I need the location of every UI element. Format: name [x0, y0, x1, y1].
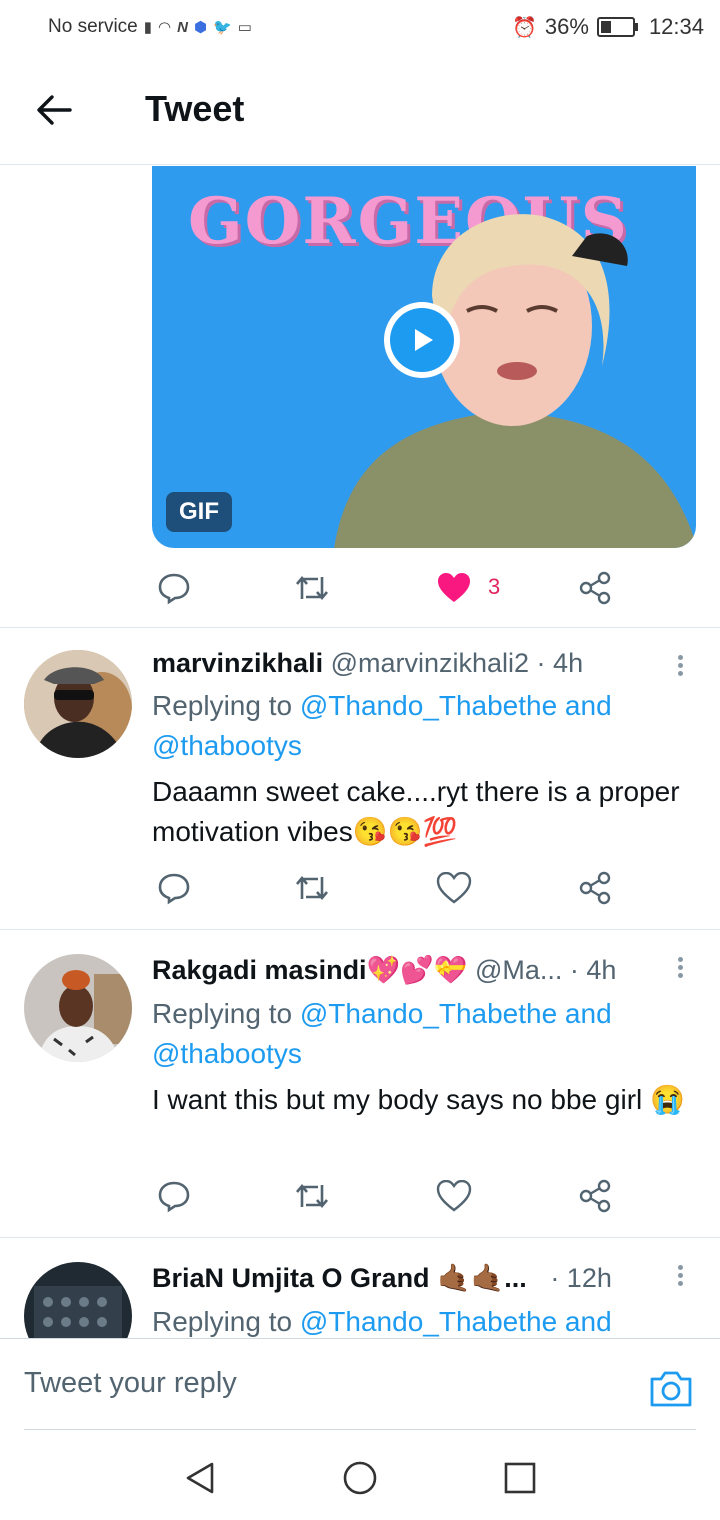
- reply-author-handle[interactable]: @Ma... · 4h: [475, 955, 616, 985]
- reply-icon: [158, 1181, 190, 1213]
- retweet-button[interactable]: [290, 866, 334, 910]
- clock: 12:34: [648, 14, 704, 39]
- replying-to: Replying to @Thando_Thabethe and: [152, 1302, 672, 1338]
- replying-prefix: Replying to: [152, 690, 300, 721]
- nav-back-button[interactable]: [180, 1458, 220, 1498]
- reply-tweet[interactable]: BriaN Umjita O Grand 🤙🏾🤙🏾... · 12h Reply…: [0, 1238, 720, 1338]
- share-button[interactable]: [573, 566, 617, 610]
- retweet-icon: [296, 575, 328, 601]
- mention-link[interactable]: @Thando_Thabethe and: [300, 690, 612, 721]
- arrow-left-icon: [37, 95, 72, 125]
- page-title: Tweet: [145, 88, 245, 129]
- battery-icon: [596, 17, 638, 37]
- sms-icon: ▭: [237, 19, 252, 36]
- status-bar: No service ▮ ◠ N ⬢ 🐦 ▭ ⏰ 36% 12:34: [0, 0, 720, 56]
- mention-link[interactable]: @Thando_Thabethe and: [300, 998, 612, 1029]
- avatar-image: [24, 1262, 132, 1338]
- reply-author: BriaN Umjita O Grand 🤙🏾🤙🏾... · 12h: [152, 1262, 612, 1294]
- like-button[interactable]: [432, 1174, 476, 1218]
- reply-button[interactable]: [152, 1174, 196, 1218]
- replying-prefix: Replying to: [152, 1306, 300, 1337]
- retweet-button[interactable]: [290, 1174, 334, 1218]
- share-button[interactable]: [573, 866, 617, 910]
- avatar-image: [24, 954, 132, 1062]
- reply-text: Daaamn sweet cake....ryt there is a prop…: [152, 776, 680, 847]
- mention-link[interactable]: @thabootys: [152, 730, 302, 761]
- nfc-icon: N: [177, 18, 188, 36]
- replying-to: Replying to @Thando_Thabethe and @thaboo…: [152, 686, 672, 766]
- replying-prefix: Replying to: [152, 998, 300, 1029]
- heart-icon: [436, 872, 472, 904]
- nav-recents-button[interactable]: [500, 1458, 540, 1498]
- shield-icon: ⬢: [193, 19, 208, 36]
- share-icon: [579, 871, 611, 905]
- avatar-image: [24, 650, 132, 758]
- share-icon: [579, 571, 611, 605]
- retweet-icon: [296, 875, 328, 901]
- heart-filled-icon: [438, 573, 470, 602]
- battery-percent: 36%: [544, 14, 589, 39]
- share-button[interactable]: [573, 1174, 617, 1218]
- reply-input[interactable]: Tweet your reply: [24, 1367, 237, 1400]
- reply-icon: [158, 873, 190, 905]
- gif-media[interactable]: GORGEOUS GIF: [152, 166, 696, 548]
- nav-home-button[interactable]: [340, 1458, 380, 1498]
- mention-link[interactable]: @thabootys: [152, 1038, 302, 1069]
- retweet-icon: [296, 1183, 328, 1209]
- reply-text: I want this but my body says no bbe girl…: [152, 1084, 685, 1115]
- more-options-button[interactable]: [670, 652, 690, 682]
- reply-button[interactable]: [152, 866, 196, 910]
- reply-tweet[interactable]: Rakgadi masindi💖💕💝 @Ma... · 4h Replying …: [0, 930, 720, 1236]
- like-button[interactable]: [432, 866, 476, 910]
- mention-link[interactable]: @Thando_Thabethe and: [300, 1306, 612, 1337]
- reply-button[interactable]: [152, 566, 196, 610]
- retweet-button[interactable]: [290, 566, 334, 610]
- reply-composer[interactable]: Tweet your reply: [0, 1338, 720, 1431]
- avatar[interactable]: [24, 650, 132, 758]
- signal-icon: ▮: [143, 19, 153, 36]
- twitter-icon: 🐦: [213, 19, 232, 36]
- gif-badge: GIF: [166, 492, 232, 532]
- reply-author-handle[interactable]: · 12h: [550, 1263, 612, 1293]
- reply-tweet[interactable]: marvinzikhali @marvinzikhali2 · 4h Reply…: [0, 628, 720, 928]
- reply-icon: [158, 573, 190, 605]
- wifi-icon: ◠: [158, 19, 172, 36]
- camera-icon: [650, 1371, 692, 1407]
- avatar[interactable]: [24, 1262, 132, 1338]
- system-nav-bar: [0, 1432, 720, 1520]
- reply-author: Rakgadi masindi💖💕💝 @Ma... · 4h: [152, 954, 616, 986]
- reply-author-handle[interactable]: @marvinzikhali2 · 4h: [331, 648, 584, 678]
- alarm-icon: ⏰: [511, 16, 537, 39]
- back-button[interactable]: [32, 88, 76, 132]
- composer-underline: [24, 1429, 696, 1430]
- avatar[interactable]: [24, 954, 132, 1062]
- triangle-back-icon: [186, 1462, 214, 1494]
- play-icon: [415, 329, 433, 351]
- like-button[interactable]: [432, 566, 476, 610]
- reply-author: marvinzikhali @marvinzikhali2 · 4h: [152, 648, 583, 679]
- tweet-actions: 3: [152, 566, 632, 610]
- reply-author-name[interactable]: BriaN Umjita O Grand 🤙🏾🤙🏾...: [152, 1263, 527, 1293]
- carrier-label: No service: [48, 16, 138, 37]
- reply-author-name[interactable]: marvinzikhali: [152, 648, 323, 678]
- replying-to: Replying to @Thando_Thabethe and @thaboo…: [152, 994, 672, 1074]
- heart-icon: [436, 1180, 472, 1212]
- more-options-button[interactable]: [670, 1262, 690, 1292]
- camera-button[interactable]: [648, 1367, 694, 1411]
- reply-actions: [152, 866, 632, 910]
- top-app-bar: Tweet: [0, 56, 720, 165]
- reply-author-name[interactable]: Rakgadi masindi💖💕💝: [152, 955, 467, 985]
- share-icon: [579, 1179, 611, 1213]
- like-count: 3: [488, 574, 501, 599]
- square-recents-icon: [504, 1462, 536, 1494]
- reply-actions: [152, 1174, 632, 1218]
- gif-person-image: [334, 214, 696, 548]
- circle-home-icon: [343, 1461, 377, 1495]
- more-options-button[interactable]: [670, 954, 690, 984]
- play-button[interactable]: [384, 302, 460, 378]
